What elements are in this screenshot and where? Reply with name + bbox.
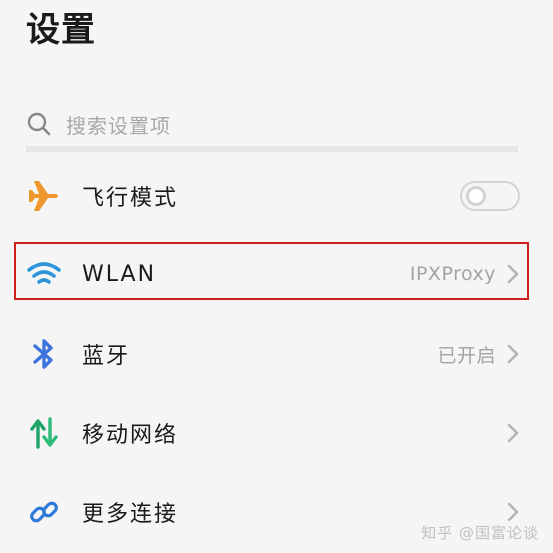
mobile-network-label: 移动网络 (82, 423, 179, 448)
search-bar[interactable]: 搜索设置项 (26, 105, 518, 143)
bluetooth-status-value: 已开启 (437, 344, 496, 367)
search-divider (26, 146, 518, 152)
airplane-mode-row[interactable]: 飞行模式 (26, 165, 520, 227)
chevron-right-icon (507, 502, 519, 522)
toggle-knob (466, 186, 486, 206)
search-input[interactable]: 搜索设置项 (66, 110, 171, 139)
more-connections-label: 更多连接 (82, 502, 179, 527)
mobile-network-row[interactable]: 移动网络 (26, 402, 520, 464)
chevron-right-icon (507, 344, 519, 364)
highlight-box (14, 242, 529, 300)
mobile-data-icon (26, 415, 62, 451)
link-icon (26, 494, 62, 530)
chevron-right-icon (507, 423, 519, 443)
airplane-icon (26, 178, 62, 214)
bluetooth-row[interactable]: 蓝牙 已开启 (26, 323, 520, 385)
bluetooth-label: 蓝牙 (82, 344, 131, 369)
airplane-mode-label: 飞行模式 (82, 186, 179, 211)
page-title: 设置 (26, 10, 96, 50)
search-icon (27, 112, 51, 136)
bluetooth-icon (26, 336, 62, 372)
watermark: 知乎 @国富论谈 (421, 524, 539, 542)
airplane-mode-toggle[interactable] (460, 181, 520, 211)
